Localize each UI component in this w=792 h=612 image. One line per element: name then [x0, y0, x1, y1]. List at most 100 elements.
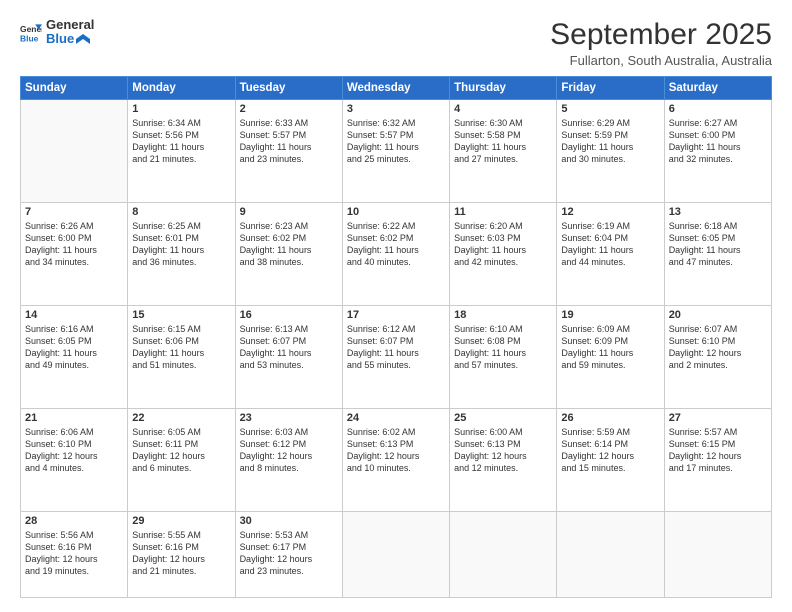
day-info-line: and 21 minutes.	[132, 154, 196, 164]
day-number: 12	[561, 206, 659, 218]
day-number: 19	[561, 309, 659, 321]
day-info-line: Sunset: 6:17 PM	[240, 542, 307, 552]
month-title: September 2025	[550, 18, 772, 51]
day-info-line: Sunrise: 6:05 AM	[132, 427, 201, 437]
day-number: 22	[132, 412, 230, 424]
day-number: 9	[240, 206, 338, 218]
day-info: Sunrise: 6:05 AMSunset: 6:11 PMDaylight:…	[132, 426, 230, 475]
day-info-line: Sunrise: 6:09 AM	[561, 324, 630, 334]
calendar-cell	[21, 100, 128, 203]
day-info-line: and 2 minutes.	[669, 360, 728, 370]
day-info-line: Daylight: 11 hours	[561, 245, 633, 255]
day-info: Sunrise: 6:09 AMSunset: 6:09 PMDaylight:…	[561, 323, 659, 372]
day-number: 1	[132, 103, 230, 115]
day-number: 2	[240, 103, 338, 115]
calendar-cell: 30Sunrise: 5:53 AMSunset: 6:17 PMDayligh…	[235, 511, 342, 597]
day-info-line: and 23 minutes.	[240, 154, 304, 164]
calendar-header-tuesday: Tuesday	[235, 77, 342, 100]
day-info: Sunrise: 5:59 AMSunset: 6:14 PMDaylight:…	[561, 426, 659, 475]
calendar-cell: 19 Sunrise: 6:09 AMSunset: 6:09 PMDayligh…	[557, 305, 664, 408]
day-info-line: and 49 minutes.	[25, 360, 89, 370]
day-info-line: and 4 minutes.	[25, 463, 84, 473]
day-info-line: and 6 minutes.	[132, 463, 191, 473]
day-info-line: and 34 minutes.	[25, 257, 89, 267]
day-info-line: Sunrise: 6:03 AM	[240, 427, 309, 437]
calendar-cell: 8Sunrise: 6:25 AMSunset: 6:01 PMDaylight…	[128, 202, 235, 305]
day-number: 18	[454, 309, 552, 321]
calendar-cell: 16Sunrise: 6:13 AMSunset: 6:07 PMDayligh…	[235, 305, 342, 408]
day-info: Sunrise: 6:15 AMSunset: 6:06 PMDaylight:…	[132, 323, 230, 372]
day-number: 7	[25, 206, 123, 218]
day-number: 8	[132, 206, 230, 218]
day-number: 23	[240, 412, 338, 424]
day-info-line: Sunrise: 6:23 AM	[240, 221, 309, 231]
calendar-header-friday: Friday	[557, 77, 664, 100]
day-info-line: and 30 minutes.	[561, 154, 625, 164]
day-info-line: and 38 minutes.	[240, 257, 304, 267]
day-number: 13	[669, 206, 767, 218]
day-info-line: and 53 minutes.	[240, 360, 304, 370]
calendar-cell: 1Sunrise: 6:34 AMSunset: 5:56 PMDaylight…	[128, 100, 235, 203]
day-info-line: Sunset: 6:02 PM	[347, 233, 414, 243]
calendar-cell: 24Sunrise: 6:02 AMSunset: 6:13 PMDayligh…	[342, 408, 449, 511]
day-info-line: Sunset: 6:07 PM	[240, 336, 307, 346]
day-info-line: and 19 minutes.	[25, 566, 89, 576]
day-info-line: Daylight: 11 hours	[347, 245, 419, 255]
calendar-cell: 25Sunrise: 6:00 AMSunset: 6:13 PMDayligh…	[450, 408, 557, 511]
day-info-line: Sunset: 6:10 PM	[669, 336, 736, 346]
calendar-cell: 2Sunrise: 6:33 AMSunset: 5:57 PMDaylight…	[235, 100, 342, 203]
day-info-line: Sunrise: 5:53 AM	[240, 530, 309, 540]
day-number: 4	[454, 103, 552, 115]
day-number: 24	[347, 412, 445, 424]
title-area: September 2025 Fullarton, South Australi…	[550, 18, 772, 68]
day-info-line: Sunrise: 6:16 AM	[25, 324, 94, 334]
calendar-week-row: 21Sunrise: 6:06 AMSunset: 6:10 PMDayligh…	[21, 408, 772, 511]
day-number: 15	[132, 309, 230, 321]
day-info-line: Daylight: 11 hours	[561, 142, 633, 152]
calendar-header-row: SundayMondayTuesdayWednesdayThursdayFrid…	[21, 77, 772, 100]
day-info-line: Daylight: 11 hours	[25, 245, 97, 255]
day-number: 11	[454, 206, 552, 218]
day-info: Sunrise: 6:06 AMSunset: 6:10 PMDaylight:…	[25, 426, 123, 475]
day-info-line: Sunset: 6:06 PM	[132, 336, 199, 346]
day-info-line: Sunset: 6:14 PM	[561, 439, 628, 449]
calendar-week-row: 14Sunrise: 6:16 AMSunset: 6:05 PMDayligh…	[21, 305, 772, 408]
day-info-line: Sunset: 5:56 PM	[132, 130, 199, 140]
day-info-line: Sunrise: 6:10 AM	[454, 324, 523, 334]
day-info-line: and 42 minutes.	[454, 257, 518, 267]
day-info: Sunrise: 6:26 AMSunset: 6:00 PMDaylight:…	[25, 220, 123, 269]
day-info-line: Sunrise: 6:33 AM	[240, 118, 309, 128]
day-info-line: Sunrise: 6:12 AM	[347, 324, 416, 334]
day-info-line: and 47 minutes.	[669, 257, 733, 267]
day-info-line: Sunset: 5:59 PM	[561, 130, 628, 140]
calendar-cell: 13Sunrise: 6:18 AMSunset: 6:05 PMDayligh…	[664, 202, 771, 305]
day-info-line: Sunrise: 6:18 AM	[669, 221, 738, 231]
calendar-cell: 10Sunrise: 6:22 AMSunset: 6:02 PMDayligh…	[342, 202, 449, 305]
calendar-cell	[342, 511, 449, 597]
calendar-cell: 9Sunrise: 6:23 AMSunset: 6:02 PMDaylight…	[235, 202, 342, 305]
day-info: Sunrise: 6:20 AMSunset: 6:03 PMDaylight:…	[454, 220, 552, 269]
calendar-cell: 23Sunrise: 6:03 AMSunset: 6:12 PMDayligh…	[235, 408, 342, 511]
day-info-line: Sunrise: 6:34 AM	[132, 118, 201, 128]
day-info-line: Sunset: 6:10 PM	[25, 439, 92, 449]
day-info-line: Sunrise: 5:59 AM	[561, 427, 630, 437]
day-info-line: Daylight: 11 hours	[454, 348, 526, 358]
day-info-line: and 51 minutes.	[132, 360, 196, 370]
day-info: Sunrise: 5:57 AMSunset: 6:15 PMDaylight:…	[669, 426, 767, 475]
calendar-cell: 11 Sunrise: 6:20 AMSunset: 6:03 PMDayligh…	[450, 202, 557, 305]
day-info-line: Sunset: 6:02 PM	[240, 233, 307, 243]
svg-text:Blue: Blue	[20, 34, 39, 44]
day-info-line: Daylight: 11 hours	[347, 142, 419, 152]
day-info-line: Daylight: 12 hours	[25, 451, 98, 461]
day-info-line: Sunrise: 6:00 AM	[454, 427, 523, 437]
location-title: Fullarton, South Australia, Australia	[550, 53, 772, 68]
day-info-line: and 15 minutes.	[561, 463, 625, 473]
day-info-line: and 55 minutes.	[347, 360, 411, 370]
calendar-cell	[664, 511, 771, 597]
day-info-line: Daylight: 12 hours	[669, 348, 742, 358]
day-info: Sunrise: 6:22 AMSunset: 6:02 PMDaylight:…	[347, 220, 445, 269]
day-info-line: Sunset: 6:00 PM	[669, 130, 736, 140]
day-info-line: Daylight: 11 hours	[454, 142, 526, 152]
day-info-line: Daylight: 11 hours	[669, 245, 741, 255]
day-info-line: Daylight: 11 hours	[132, 348, 204, 358]
